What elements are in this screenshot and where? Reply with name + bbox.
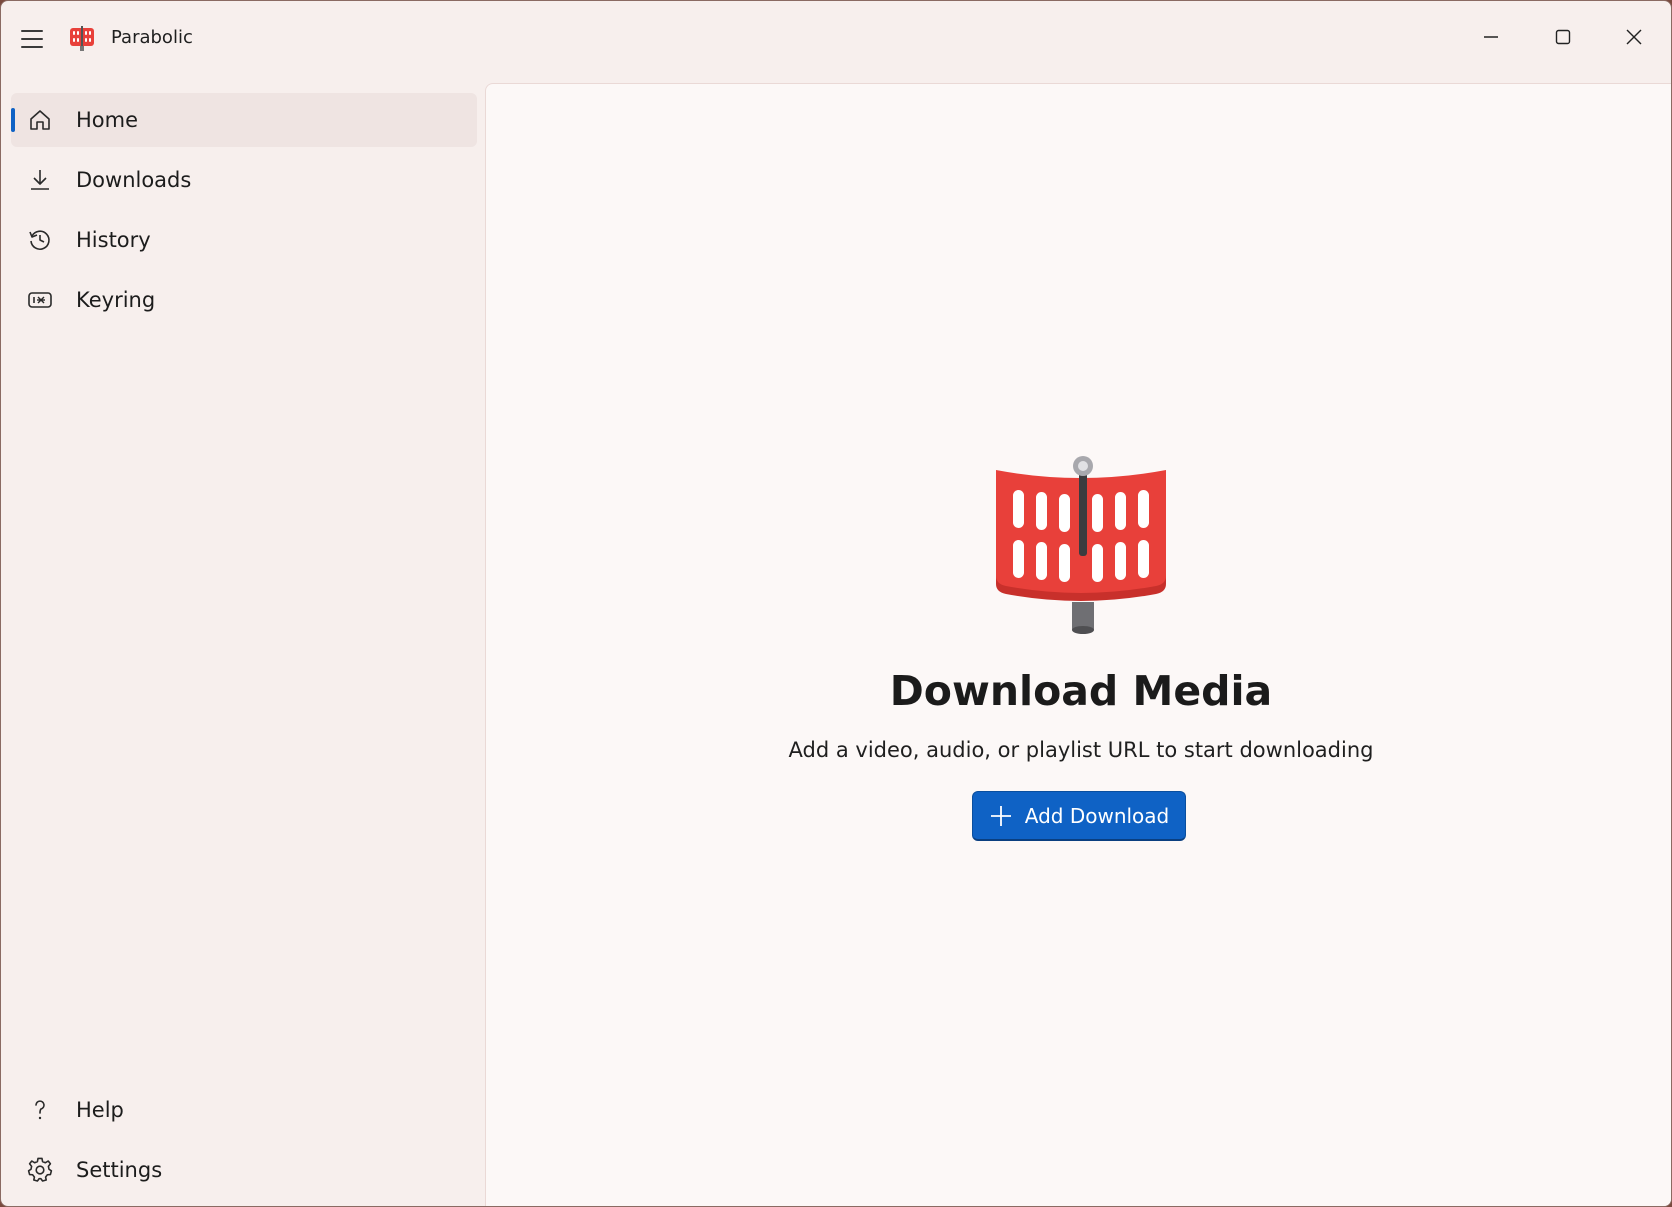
gear-icon	[27, 1157, 53, 1183]
parabolic-logo-icon	[996, 456, 1166, 634]
sidebar-item-history[interactable]: History	[11, 213, 477, 267]
sidebar-item-home[interactable]: Home	[11, 93, 477, 147]
close-button[interactable]	[1608, 15, 1660, 59]
home-icon	[27, 107, 53, 133]
hamburger-menu-icon[interactable]	[21, 25, 49, 53]
sidebar-item-label: Help	[76, 1098, 124, 1122]
title-bar: Parabolic	[1, 1, 1671, 77]
page-title: Download Media	[889, 667, 1273, 715]
minimize-icon	[1484, 36, 1498, 38]
sidebar-item-keyring[interactable]: Keyring	[11, 273, 477, 327]
plus-icon	[990, 805, 1011, 826]
maximize-icon	[1555, 29, 1571, 45]
sidebar-item-help[interactable]: Help	[11, 1083, 477, 1137]
sidebar-item-settings[interactable]: Settings	[11, 1143, 477, 1197]
selection-indicator	[11, 108, 15, 132]
minimize-button[interactable]	[1465, 15, 1517, 59]
page-subtitle: Add a video, audio, or playlist URL to s…	[788, 738, 1374, 762]
main-content: Download Media Add a video, audio, or pl…	[485, 83, 1671, 1206]
keyring-icon	[27, 287, 53, 313]
sidebar-item-label: Downloads	[76, 168, 192, 192]
sidebar-item-label: History	[76, 228, 151, 252]
sidebar: Home Downloads History Keyring Help Sett…	[1, 77, 481, 1206]
history-icon	[27, 227, 53, 253]
maximize-button[interactable]	[1537, 15, 1589, 59]
sidebar-item-label: Keyring	[76, 288, 156, 312]
sidebar-item-label: Home	[76, 108, 139, 132]
add-download-label: Add Download	[1024, 803, 1170, 828]
app-logo-icon	[70, 26, 94, 51]
app-window: Parabolic Home Downloads History Keyring…	[0, 0, 1672, 1207]
sidebar-item-label: Settings	[76, 1158, 163, 1182]
download-icon	[27, 167, 53, 193]
add-download-button[interactable]: Add Download	[972, 791, 1186, 841]
help-icon	[27, 1097, 53, 1123]
sidebar-item-downloads[interactable]: Downloads	[11, 153, 477, 207]
app-title: Parabolic	[111, 27, 193, 48]
close-icon	[1626, 29, 1642, 45]
